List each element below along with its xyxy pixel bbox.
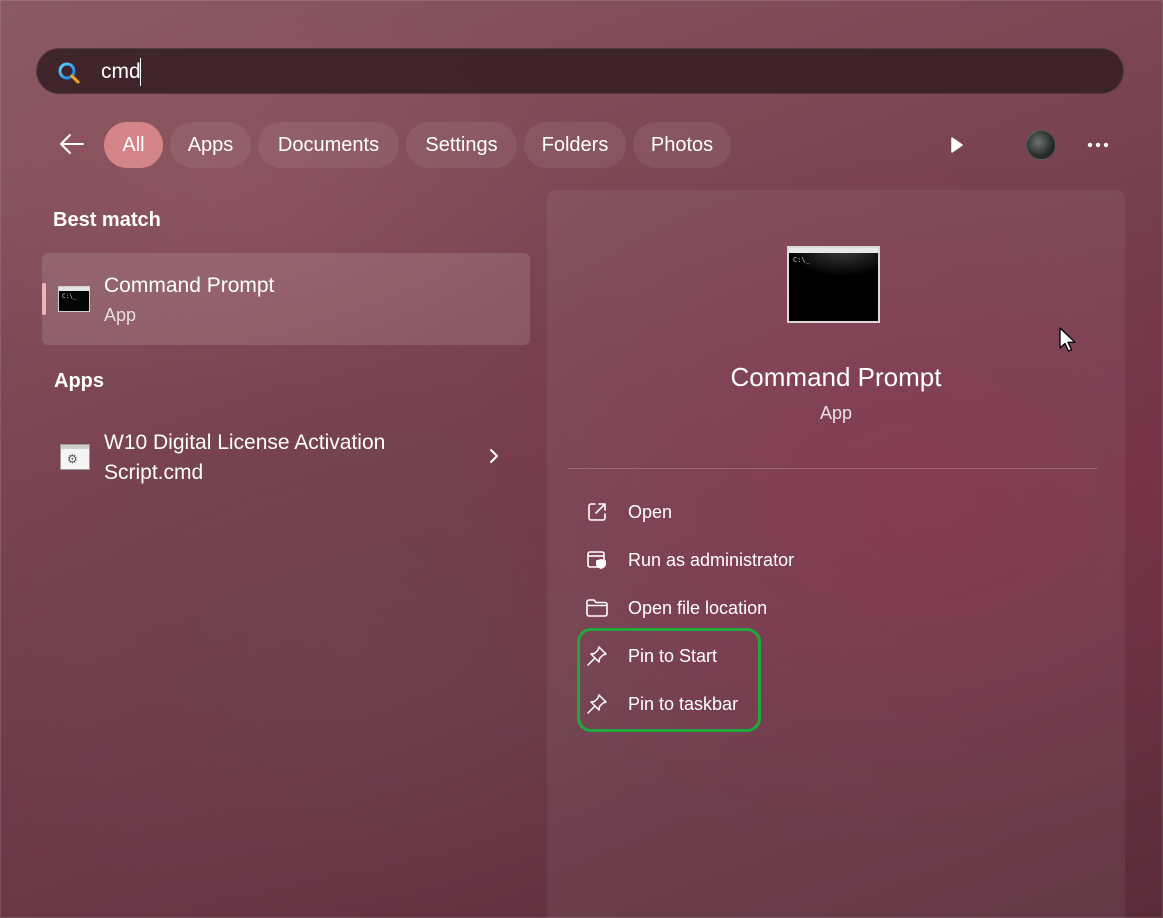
cmd-icon: C:\_ [58,286,90,312]
search-icon [58,62,80,84]
details-divider [568,468,1098,469]
action-pin-to-taskbar-label: Pin to taskbar [628,693,739,714]
search-input[interactable] [101,58,1001,86]
more-filters-button[interactable] [940,130,974,160]
open-external-icon [584,499,610,525]
back-arrow-icon [60,134,84,154]
filter-all[interactable]: All [104,122,163,168]
shield-window-icon [584,547,610,573]
action-pin-to-start[interactable]: Pin to Start [580,636,1080,676]
avatar[interactable] [1026,130,1056,160]
pin-icon [584,643,610,669]
app-result-title-line2: Script.cmd [104,461,204,484]
cmd-large-icon: C:\_ [787,246,880,323]
script-icon: ⚙ [60,444,90,470]
text-caret [140,58,141,86]
selection-accent-bar [42,283,46,315]
filter-apps[interactable]: Apps [170,122,251,168]
action-pin-to-taskbar[interactable]: Pin to taskbar [580,684,1080,724]
best-match-heading: Best match [53,209,161,231]
pin-icon [584,691,610,717]
mouse-cursor-icon [1059,327,1076,352]
ellipsis-icon [1087,142,1109,148]
more-options-button[interactable] [1082,130,1114,160]
details-subtitle: App [819,403,853,423]
best-match-subtitle: App [104,305,137,325]
action-pin-to-start-label: Pin to Start [628,645,718,666]
details-title: Command Prompt [730,362,942,392]
filter-folders[interactable]: Folders [524,122,626,168]
search-bar[interactable] [36,48,1124,94]
action-open-file-location-label: Open file location [628,597,768,618]
best-match-result[interactable]: C:\_ Command Prompt App [42,253,530,345]
play-icon [951,137,963,153]
folder-icon [584,595,610,621]
app-result-title-line1: W10 Digital License Activation [104,431,386,454]
apps-heading: Apps [54,370,104,392]
action-run-as-admin-label: Run as administrator [628,549,795,570]
filter-documents[interactable]: Documents [258,122,399,168]
back-button[interactable] [52,124,92,164]
chevron-right-icon[interactable] [484,444,504,468]
filter-settings[interactable]: Settings [406,122,517,168]
app-result-item[interactable]: ⚙ W10 Digital License Activation Script.… [42,414,530,500]
best-match-title: Command Prompt [104,274,275,297]
action-run-as-admin[interactable]: Run as administrator [580,540,1080,580]
action-open-file-location[interactable]: Open file location [580,588,1080,628]
filter-photos[interactable]: Photos [633,122,731,168]
action-open[interactable]: Open [580,492,1080,532]
action-open-label: Open [628,501,673,522]
